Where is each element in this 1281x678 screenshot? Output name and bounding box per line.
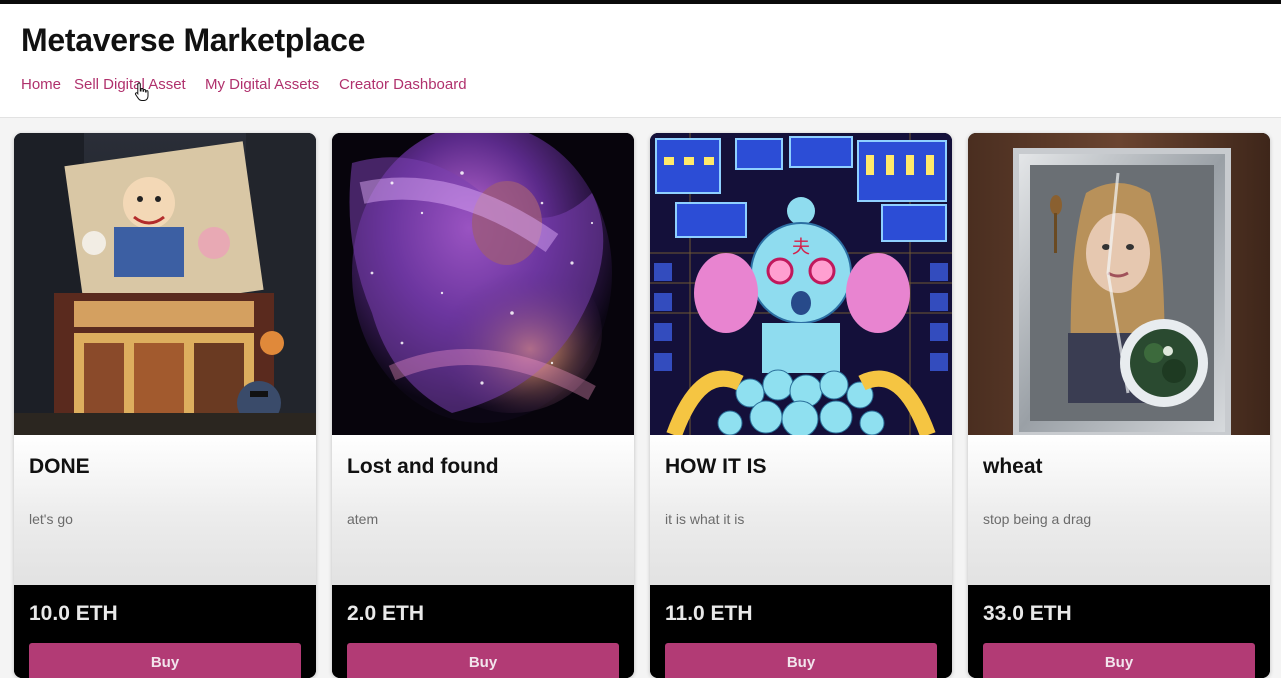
asset-price: 33.0 ETH xyxy=(983,602,1072,625)
asset-footer: 2.0 ETH Buy xyxy=(332,585,634,678)
asset-card: DONE let's go 10.0 ETH Buy xyxy=(14,133,316,678)
asset-card: wheat stop being a drag 33.0 ETH Buy xyxy=(968,133,1270,678)
nav-creator-dashboard-link[interactable]: Creator Dashboard xyxy=(339,76,467,93)
asset-image-portrait-glass xyxy=(968,133,1270,435)
asset-card: Lost and found atem 2.0 ETH Buy xyxy=(332,133,634,678)
asset-name: wheat xyxy=(983,455,1043,478)
hand-cursor-icon xyxy=(134,82,149,101)
asset-info: HOW IT IS it is what it is xyxy=(650,435,952,585)
asset-image-street-stall xyxy=(14,133,316,435)
asset-footer: 33.0 ETH Buy xyxy=(968,585,1270,678)
asset-image-cosmic-figures xyxy=(332,133,634,435)
buy-button[interactable]: Buy xyxy=(665,643,937,678)
asset-description: let's go xyxy=(29,511,73,527)
asset-footer: 10.0 ETH Buy xyxy=(14,585,316,678)
asset-name: Lost and found xyxy=(347,455,499,478)
asset-footer: 11.0 ETH Buy xyxy=(650,585,952,678)
asset-card: 夫 HOW IT IS it is what it is 11.0 ETH Bu… xyxy=(650,133,952,678)
asset-image-pixel-creature: 夫 xyxy=(650,133,952,435)
asset-price: 2.0 ETH xyxy=(347,602,425,625)
asset-description: stop being a drag xyxy=(983,511,1092,527)
asset-price: 11.0 ETH xyxy=(665,602,753,625)
svg-text:夫: 夫 xyxy=(792,237,810,258)
asset-name: DONE xyxy=(29,455,90,478)
nav-my-digital-assets-link[interactable]: My Digital Assets xyxy=(205,76,319,93)
asset-info: DONE let's go xyxy=(14,435,316,585)
asset-description: atem xyxy=(347,511,379,527)
asset-price: 10.0 ETH xyxy=(29,602,118,625)
asset-description: it is what it is xyxy=(665,511,745,527)
buy-button[interactable]: Buy xyxy=(29,643,301,678)
nav-sell-digital-asset-link[interactable]: Sell Digital Asset xyxy=(74,76,186,93)
nav-home-link[interactable]: Home xyxy=(21,76,61,93)
asset-info: wheat stop being a drag xyxy=(968,435,1270,585)
buy-button[interactable]: Buy xyxy=(347,643,619,678)
asset-info: Lost and found atem xyxy=(332,435,634,585)
asset-name: HOW IT IS xyxy=(665,455,767,478)
buy-button[interactable]: Buy xyxy=(983,643,1255,678)
site-title: Metaverse Marketplace xyxy=(21,22,366,58)
site-header: Metaverse Marketplace Home Sell Digital … xyxy=(0,4,1281,118)
